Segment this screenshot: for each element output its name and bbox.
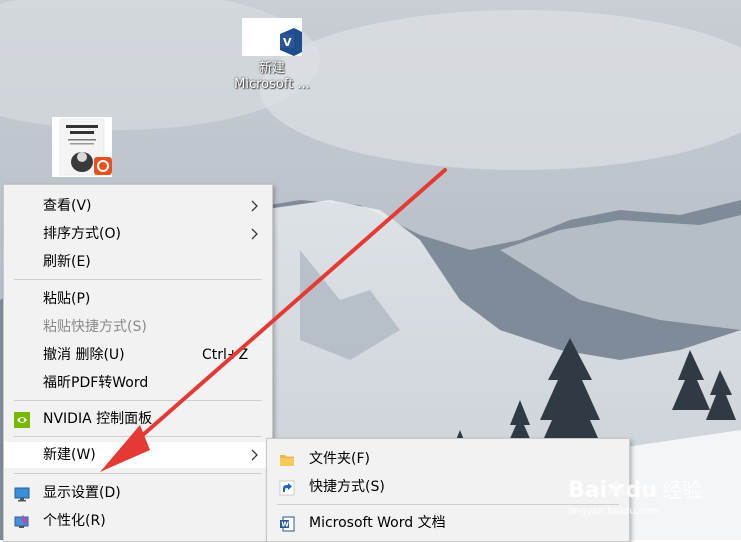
menu-item-personalize[interactable]: 个性化(R)	[4, 508, 272, 534]
nvidia-icon	[14, 411, 30, 428]
baidu-paw-icon: ✾	[607, 478, 626, 503]
watermark-url: jingyan.baidu.com	[568, 506, 661, 517]
watermark-brand-c: 经验	[662, 478, 703, 502]
menu-item-label: 撤消 删除(U)	[43, 347, 125, 363]
menu-separator	[14, 436, 262, 437]
menu-item-label: 快捷方式(S)	[309, 479, 385, 495]
menu-item-label: 粘贴(P)	[43, 291, 91, 307]
menu-item-label: 福昕PDF转Word	[43, 375, 149, 391]
menu-item-label: Microsoft Word 文档	[309, 515, 446, 531]
menu-item-display-settings[interactable]: 显示设置(D)	[4, 480, 272, 506]
menu-item-shortcut: Ctrl+Z	[202, 347, 249, 363]
menu-item-label: 显示设置(D)	[43, 485, 121, 501]
menu-item-label: 刷新(E)	[43, 254, 91, 270]
menu-item-paste-shortcut[interactable]: 粘贴快捷方式(S)	[4, 314, 272, 340]
desktop-icon-book-pdf[interactable]	[52, 117, 112, 177]
menu-item-label: 新建(W)	[43, 447, 96, 463]
menu-item-refresh[interactable]: 刷新(E)	[4, 249, 272, 275]
watermark-brand-a: Bai	[568, 478, 608, 503]
menu-item-new[interactable]: 新建(W)	[4, 442, 272, 468]
desktop-context-menu: 查看(V) 排序方式(O) 刷新(E) 粘贴(P) 粘贴快捷方式(S) 撤消 删…	[3, 184, 273, 542]
menu-item-label: NVIDIA 控制面板	[43, 411, 153, 427]
book-cover-icon	[52, 117, 112, 177]
word-document-icon: V	[242, 18, 302, 56]
menu-item-label: 查看(V)	[43, 198, 92, 214]
menu-item-sort[interactable]: 排序方式(O)	[4, 221, 272, 247]
svg-text:V: V	[283, 36, 292, 49]
menu-item-undo-delete[interactable]: 撤消 删除(U) Ctrl+Z	[4, 342, 272, 368]
personalize-icon	[14, 513, 30, 529]
menu-item-view[interactable]: 查看(V)	[4, 193, 272, 219]
menu-item-paste[interactable]: 粘贴(P)	[4, 286, 272, 312]
menu-separator	[14, 400, 262, 401]
menu-item-foxit-pdf-to-word[interactable]: 福昕PDF转Word	[4, 370, 272, 396]
svg-text:W: W	[281, 521, 289, 529]
watermark-brand-b: du	[625, 478, 658, 503]
menu-separator	[14, 473, 262, 474]
baidu-watermark: Bai✾du 经验 jingyan.baidu.com	[568, 474, 708, 524]
desktop-icon-label-line1: 新建	[258, 61, 285, 76]
word-icon: W	[279, 515, 295, 532]
desktop-icon-label-line2: Microsoft ...	[234, 77, 310, 92]
menu-item-label: 文件夹(F)	[309, 451, 370, 467]
folder-icon	[279, 451, 295, 467]
submenu-arrow-icon	[250, 442, 260, 477]
menu-item-nvidia-control-panel[interactable]: NVIDIA 控制面板	[4, 406, 272, 432]
menu-separator	[14, 279, 262, 280]
menu-item-label: 粘贴快捷方式(S)	[43, 319, 147, 335]
display-icon	[14, 485, 30, 502]
submenu-item-folder[interactable]: 文件夹(F)	[267, 446, 629, 472]
menu-item-label: 个性化(R)	[43, 513, 106, 529]
menu-item-label: 排序方式(O)	[43, 226, 121, 242]
shortcut-icon	[279, 479, 295, 496]
